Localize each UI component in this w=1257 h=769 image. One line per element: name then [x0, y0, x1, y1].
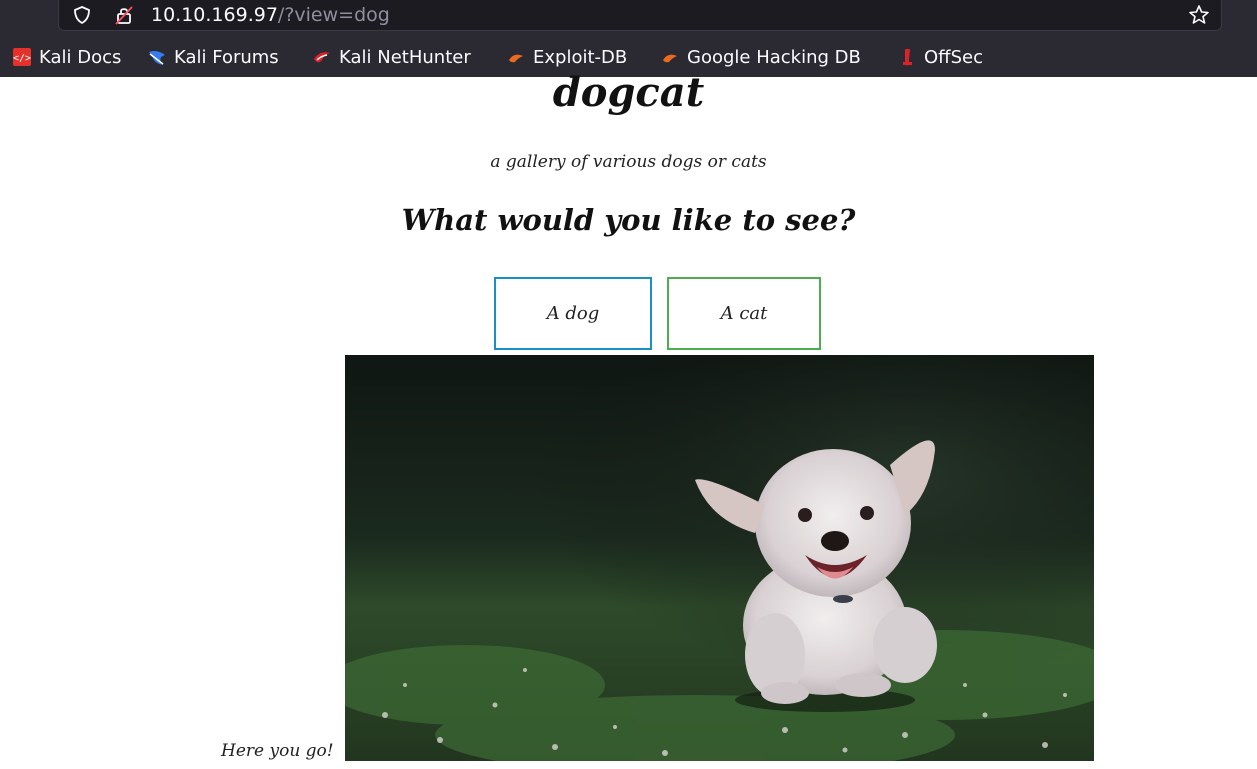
- bookmark-label: Exploit-DB: [533, 46, 628, 68]
- dog-button[interactable]: A dog: [494, 277, 652, 350]
- bookmark-label: Google Hacking DB: [687, 46, 861, 68]
- question-heading: What would you like to see?: [401, 203, 856, 237]
- offsec-icon: [903, 49, 912, 66]
- google-hacking-db-icon: [663, 54, 677, 63]
- exploit-db-icon: [509, 54, 523, 63]
- bookmark-label: Kali Docs: [39, 46, 122, 68]
- svg-text:</>: </>: [13, 53, 31, 64]
- caption-text: Here you go!: [221, 741, 334, 761]
- dog-photo-illustration: [345, 355, 1094, 761]
- insecure-lock-icon[interactable]: [113, 4, 135, 26]
- bookmark-label: OffSec: [924, 46, 983, 68]
- shield-icon[interactable]: [71, 4, 93, 26]
- url-host: 10.10.169.97: [151, 4, 278, 26]
- page-subtitle: a gallery of various dogs or cats: [490, 152, 767, 172]
- bookmark-label: Kali Forums: [174, 46, 279, 68]
- cat-button[interactable]: A cat: [667, 277, 821, 350]
- url-text[interactable]: 10.10.169.97/?view=dog: [151, 3, 390, 27]
- browser-chrome: 10.10.169.97/?view=dog </> Kali Docs Kal…: [0, 0, 1257, 77]
- dog-photo: [345, 355, 1094, 761]
- kali-docs-icon: </>: [13, 48, 31, 66]
- address-bar[interactable]: 10.10.169.97/?view=dog: [58, 0, 1222, 31]
- url-path: /?view=dog: [277, 4, 390, 26]
- bookmark-label: Kali NetHunter: [339, 46, 471, 68]
- page-title: dogcat: [552, 69, 705, 116]
- kali-forums-icon: [149, 51, 165, 65]
- kali-nethunter-icon: [314, 52, 330, 63]
- bookmark-star-icon[interactable]: [1187, 3, 1211, 27]
